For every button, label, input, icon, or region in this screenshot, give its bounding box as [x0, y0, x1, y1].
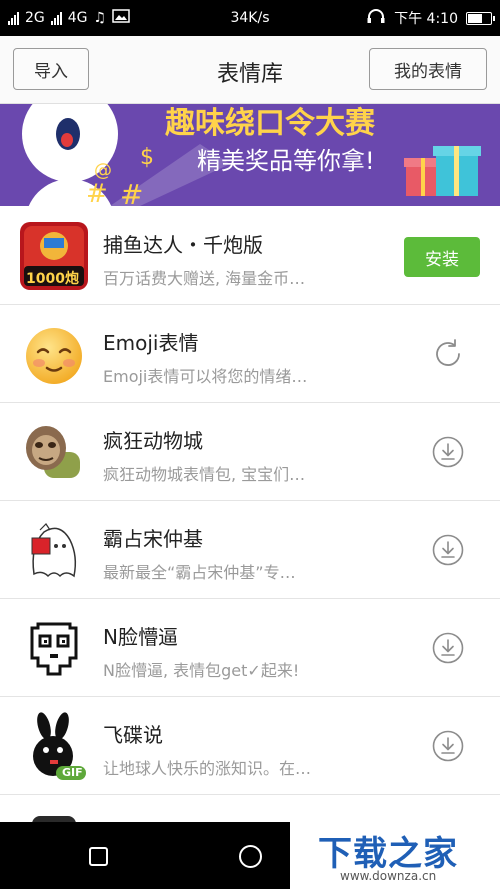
battery-icon [466, 11, 495, 25]
recent-apps-button[interactable] [89, 847, 108, 866]
download-icon[interactable] [432, 534, 464, 566]
gif-badge: GIF [62, 766, 83, 779]
watermark-text: 下载之家 [318, 834, 458, 874]
item-description: 最新最全“霸占宋仲基”专… [103, 563, 296, 582]
item-description: Emoji表情可以将您的情绪… [103, 367, 308, 386]
svg-text:@: @ [94, 160, 112, 181]
sticker-list: 1000炮 捕鱼达人・千炮版 百万话费大赠送, 海量金币… 安装 Emoji表情… [0, 207, 500, 889]
clock: 下午 4:10 [394, 11, 458, 27]
system-nav-bar: 下载之家 www.downza.cn [0, 822, 500, 889]
banner-subline: 精美奖品等你拿! [197, 147, 375, 175]
list-item[interactable]: 疯狂动物城 疯狂动物城表情包, 宝宝们… [0, 403, 500, 501]
image-icon [112, 9, 130, 27]
emoji-smile-thumbnail [20, 320, 88, 388]
home-button[interactable] [239, 845, 262, 868]
game-app-icon: 1000炮 [20, 222, 88, 290]
banner-headline: 趣味绕口令大赛 [165, 106, 375, 141]
list-item[interactable]: Emoji表情 Emoji表情可以将您的情绪… [0, 305, 500, 403]
black-rabbit-thumbnail: GIF [20, 712, 88, 780]
status-right: 下午 4:10 [366, 8, 495, 28]
watermark: 下载之家 www.downza.cn [290, 822, 500, 889]
list-item[interactable]: GIF 飞碟说 让地球人快乐的涨知识。在… [0, 697, 500, 795]
item-title: Emoji表情 [103, 331, 199, 355]
signal-icon [50, 11, 62, 25]
item-description: 百万话费大赠送, 海量金币… [103, 269, 306, 288]
refresh-icon[interactable] [432, 338, 464, 370]
signal-icon [8, 11, 19, 25]
item-title: 霸占宋仲基 [103, 527, 203, 551]
network-type-1: 2G [25, 10, 45, 26]
install-button[interactable]: 安装 [404, 237, 480, 277]
download-icon[interactable] [432, 730, 464, 762]
music-icon: ♫ [93, 10, 107, 26]
pixel-face-thumbnail [20, 614, 88, 682]
list-item[interactable]: 霸占宋仲基 最新最全“霸占宋仲基”专… [0, 501, 500, 599]
headphone-icon [366, 8, 386, 28]
item-description: N脸懵逼, 表情包get✓起来! [103, 661, 300, 680]
list-item[interactable]: 1000炮 捕鱼达人・千炮版 百万话费大赠送, 海量金币… 安装 [0, 207, 500, 305]
item-title: N脸懵逼 [103, 625, 178, 649]
sloth-thumbnail [20, 418, 88, 486]
promo-banner[interactable]: @ # # $ 趣味绕口令大赛 精美奖品等你拿! [0, 104, 500, 206]
item-title: 飞碟说 [103, 723, 163, 747]
header: 导入 表情库 我的表情 [0, 36, 500, 104]
download-icon[interactable] [432, 436, 464, 468]
status-left: 2G 4G ♫ [8, 9, 130, 27]
status-bar: 2G 4G ♫ 34K/s 下午 4:10 [0, 0, 500, 36]
svg-text:#: # [120, 178, 143, 206]
item-title: 捕鱼达人・千炮版 [103, 233, 263, 257]
download-icon[interactable] [432, 632, 464, 664]
my-stickers-button[interactable]: 我的表情 [369, 48, 487, 90]
game-icon-label: 1000炮 [26, 271, 79, 287]
watermark-url: www.downza.cn [340, 869, 437, 883]
svg-text:#: # [86, 179, 108, 206]
list-item[interactable]: N脸懵逼 N脸懵逼, 表情包get✓起来! [0, 599, 500, 697]
item-title: 疯狂动物城 [103, 429, 203, 453]
ghost-sign-thumbnail [20, 516, 88, 584]
svg-text:$: $ [140, 145, 154, 170]
item-description: 疯狂动物城表情包, 宝宝们… [103, 465, 306, 484]
network-type-2: 4G [67, 10, 88, 26]
item-description: 让地球人快乐的涨知识。在… [103, 759, 312, 778]
